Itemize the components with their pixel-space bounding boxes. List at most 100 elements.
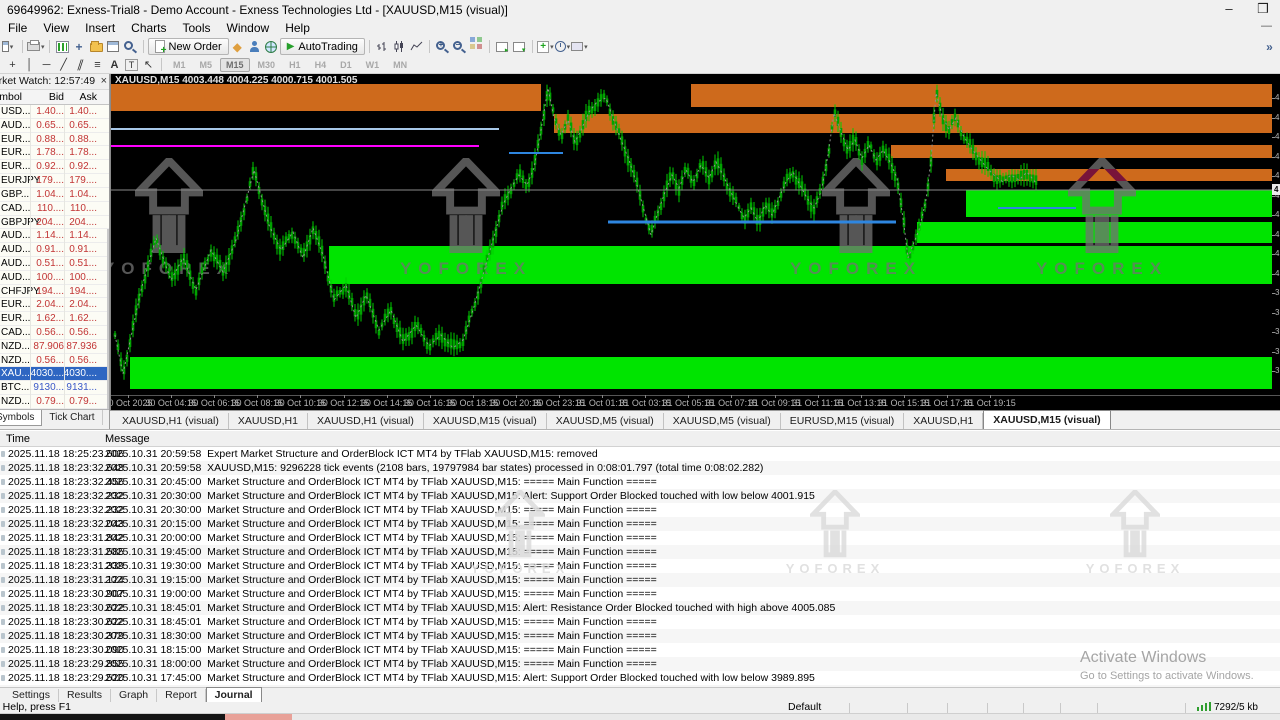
chart-tab[interactable]: EURUSD,M15 (visual) [781,413,904,429]
tile-horizontal-icon[interactable] [511,38,528,55]
journal-row[interactable]: 2025.11.18 18:23:32.2322025.10.31 20:30:… [0,503,1280,517]
market-watch-row[interactable]: GBPJPY204....204.... [0,216,110,230]
timeframe-M1[interactable]: M1 [167,58,192,72]
terminal-tab-results[interactable]: Results [59,689,111,702]
text-tool[interactable]: A [106,59,123,71]
menu-charts[interactable]: Charts [123,20,174,37]
print-icon[interactable]: ▾ [27,38,45,55]
status-profile[interactable]: Default [788,702,821,713]
crosshair-tool[interactable]: + [4,59,21,71]
terminal-tab-journal[interactable]: Journal [206,687,262,702]
vertical-line-tool[interactable]: │ [21,59,38,71]
market-watch-row[interactable]: NZD...0.56...0.56... [0,354,110,368]
timeframe-H1[interactable]: H1 [283,58,307,72]
market-watch-scrollbar[interactable] [107,229,109,409]
chart-tab[interactable]: XAUUSD,M15 (visual) [983,410,1110,429]
channel-tool[interactable]: ∥ [70,58,91,71]
market-watch-row[interactable]: EUR...1.78...1.78... [0,146,110,160]
journal-row[interactable]: 2025.11.18 18:23:30.6222025.10.31 18:45:… [0,615,1280,629]
time-column-header[interactable]: Time [6,433,30,445]
profiles-folder-icon[interactable] [88,38,105,55]
timeframe-MN[interactable]: MN [387,58,413,72]
templates-button[interactable]: ▾ [571,38,588,55]
tile-windows-icon[interactable] [468,38,485,55]
journal-row[interactable]: 2025.11.18 18:23:32.6482025.10.31 20:59:… [0,461,1280,475]
bar-chart-icon[interactable] [374,38,391,55]
chart-tab[interactable]: XAUUSD,M5 (visual) [547,413,664,429]
market-watch-row[interactable]: AUD...0.51...0.51... [0,257,110,271]
market-watch-row[interactable]: CHFJPY194....194.... [0,285,110,299]
market-watch-row[interactable]: EUR...1.62...1.62... [0,312,110,326]
market-watch-row[interactable]: NZD...87.90687.936 [0,340,110,354]
terminal-tab-settings[interactable]: Settings [4,689,59,702]
journal-row[interactable]: 2025.11.18 18:23:31.3392025.10.31 19:30:… [0,559,1280,573]
market-watch-row[interactable]: CAD...0.56...0.56... [0,326,110,340]
menu-help[interactable]: Help [277,20,318,37]
chart-tab[interactable]: XAUUSD,H1 [229,413,308,429]
chart-profile-icon[interactable]: ▾ [1,38,18,55]
maximize-button[interactable]: ❒ [1248,1,1278,19]
line-chart-icon[interactable] [408,38,425,55]
market-watch-row[interactable]: EUR...0.88...0.88... [0,133,110,147]
new-chart-icon[interactable] [54,38,71,55]
menu-view[interactable]: View [35,20,77,37]
journal-row[interactable]: 2025.11.18 18:23:31.1242025.10.31 19:15:… [0,573,1280,587]
timeframe-H4[interactable]: H4 [309,58,333,72]
journal-row[interactable]: 2025.11.18 18:23:30.9072025.10.31 19:00:… [0,587,1280,601]
minimize-button[interactable]: – [1214,1,1244,19]
chart-tab[interactable]: XAUUSD,H1 [904,413,983,429]
menu-window[interactable]: Window [219,20,278,37]
market-watch-row[interactable]: NZD...0.79...0.79... [0,395,110,409]
market-watch-tab-tick-chart[interactable]: Tick Chart [42,410,102,425]
periods-button[interactable]: ▾ [554,38,571,55]
chart-preview-icon[interactable] [122,38,139,55]
journal-row[interactable]: 2025.11.18 18:23:30.6222025.10.31 18:45:… [0,601,1280,615]
journal-row[interactable]: 2025.11.18 18:23:32.2322025.10.31 20:30:… [0,489,1280,503]
market-watch-row[interactable]: EURJPY179....179.... [0,174,110,188]
message-column-header[interactable]: Message [105,433,150,445]
timeframe-M15[interactable]: M15 [220,58,250,72]
timeframe-W1[interactable]: W1 [360,58,386,72]
chart-tab[interactable]: XAUUSD,M15 (visual) [424,413,547,429]
market-watch-row[interactable]: USD...1.40...1.40... [0,105,110,119]
market-watch-window-icon[interactable] [105,38,122,55]
arrows-tool[interactable]: ↖ [140,58,157,71]
zoom-out-icon[interactable]: – [451,38,468,55]
timeframe-M30[interactable]: M30 [252,58,282,72]
new-order-button[interactable]: New Order [148,38,229,55]
journal-row[interactable]: 2025.11.18 18:25:23.6062025.10.31 20:59:… [0,447,1280,461]
toolbar-overflow-icon[interactable]: » [1261,38,1278,55]
menu-file[interactable]: File [0,20,35,37]
symbol-column-header[interactable]: Symbol [0,90,22,105]
menu-tools[interactable]: Tools [175,20,219,37]
cascade-windows-icon[interactable] [494,38,511,55]
journal-row[interactable]: 2025.11.18 18:23:31.5852025.10.31 19:45:… [0,545,1280,559]
market-watch-row[interactable]: GBP...1.04...1.04... [0,188,110,202]
label-tool[interactable]: T [125,59,138,71]
candlestick-chart-icon[interactable] [391,38,408,55]
menu-insert[interactable]: Insert [77,20,123,37]
journal-row[interactable]: 2025.11.18 18:23:32.4562025.10.31 20:45:… [0,475,1280,489]
account-icon[interactable] [246,38,263,55]
chart-tab[interactable]: XAUUSD,H1 (visual) [308,413,424,429]
timeframe-M5[interactable]: M5 [194,58,219,72]
community-globe-icon[interactable] [263,38,280,55]
close-icon[interactable]: × [101,74,107,89]
market-watch-row[interactable]: AUD...0.65...0.65... [0,119,110,133]
terminal-tab-report[interactable]: Report [157,689,206,702]
market-watch-row[interactable]: AUD...1.14...1.14... [0,229,110,243]
market-watch-tab-symbols[interactable]: Symbols [0,410,42,426]
terminal-tab-graph[interactable]: Graph [111,689,157,702]
chart-window[interactable]: YOFOREX YOFOREX YOFOREX YOFOREX XAUUSD,M… [110,74,1280,410]
market-watch-row[interactable]: AUD...100....100.... [0,271,110,285]
market-watch-row[interactable]: EUR...2.04...2.04... [0,298,110,312]
chart-tab[interactable]: XAUUSD,M5 (visual) [664,413,781,429]
ask-column-header[interactable]: Ask [64,90,97,105]
market-watch-row[interactable]: AUD...0.91...0.91... [0,243,110,257]
zoom-in-icon[interactable]: + [434,38,451,55]
expert-advisors-icon[interactable]: ◆ [229,38,246,55]
horizontal-line-tool[interactable]: ─ [38,59,55,71]
timeframe-D1[interactable]: D1 [334,58,358,72]
mdi-minimize-icon[interactable]: — [1261,20,1272,32]
market-watch-row[interactable]: XAU...4030....4030.... [0,367,110,381]
